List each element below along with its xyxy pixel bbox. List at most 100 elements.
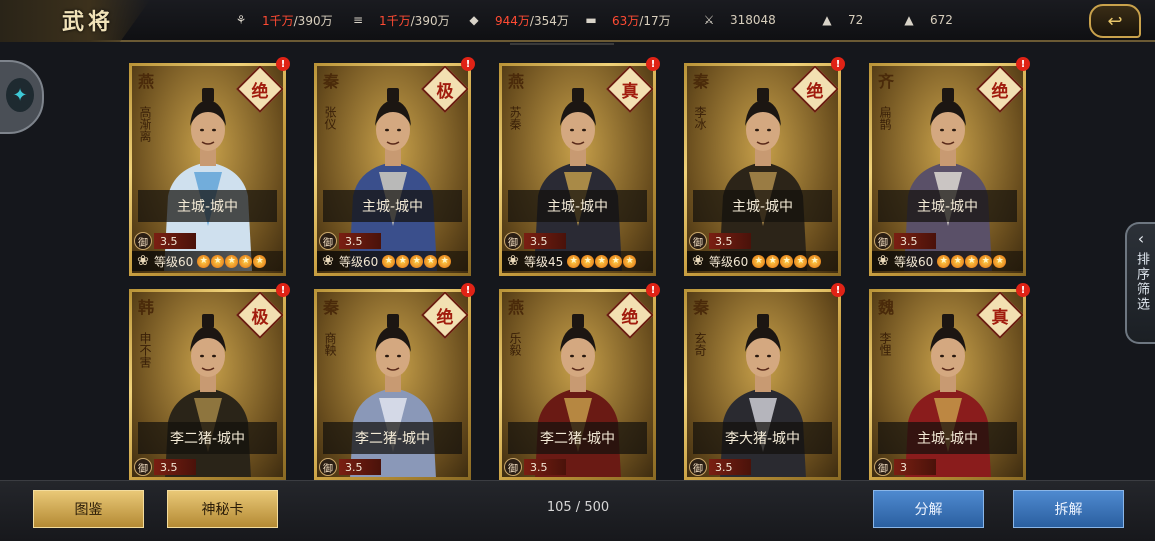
hero-name: 玄奇	[693, 332, 707, 356]
lotus-icon: ❀	[507, 253, 519, 269]
chevron-left-icon: ‹	[1137, 229, 1145, 248]
sort-filter-tab[interactable]: ‹ 排序筛选	[1125, 222, 1155, 344]
level-row: ❀ 等级45 ★ ★ ★ ★ ★	[502, 251, 653, 271]
defense-row: 御 3.5	[134, 232, 196, 250]
location-label: 主城-城中	[693, 190, 832, 222]
shield-icon: 御	[319, 458, 337, 476]
level-row: ❀ 等级60 ★ ★ ★ ★ ★	[132, 251, 283, 271]
star-icon: ★	[225, 254, 239, 268]
level-label: 等级60	[339, 254, 379, 269]
hero-card[interactable]: 燕 乐毅 绝 李二猪-城中 御 3.5 !	[499, 283, 660, 480]
level-row: ❀ 等级60 ★ ★ ★ ★ ★	[687, 251, 838, 271]
resource-item: ▬ 63万/17万	[580, 0, 671, 40]
resource-current: 72	[848, 13, 864, 27]
hero-card[interactable]: 魏 李悝 真 主城-城中 御 3 !	[869, 283, 1030, 480]
level-label: 等级60	[154, 254, 194, 269]
resource-item: ▲ 72	[816, 0, 863, 40]
star-icon: ★	[239, 254, 253, 268]
star-icon: ★	[609, 254, 623, 268]
hero-card[interactable]: 秦 商鞅 绝 李二猪-城中 御 3.5 !	[314, 283, 475, 480]
defense-row: 御 3.5	[689, 232, 751, 250]
shield-icon: 御	[689, 458, 707, 476]
card-inner: 秦 张仪 极 主城-城中 御 3.5 ❀ 等级60 ★ ★ ★ ★ ★	[317, 66, 468, 273]
defense-value: 3.5	[339, 233, 381, 249]
defense-row: 御 3.5	[689, 458, 751, 476]
shield-icon: 御	[319, 232, 337, 250]
star-icon: ★	[979, 254, 993, 268]
star-icon: ★	[794, 254, 808, 268]
defense-row: 御 3	[874, 458, 936, 476]
shield-icon: 御	[134, 458, 152, 476]
resource-current: 63万	[612, 13, 640, 28]
nation-label: 秦	[693, 72, 710, 91]
hero-card[interactable]: 秦 李冰 绝 主城-城中 御 3.5 ❀ 等级60 ★ ★ ★ ★ ★ !	[684, 57, 845, 276]
menu-orb-icon: ✦	[6, 78, 34, 112]
shield-icon: 御	[504, 232, 522, 250]
defense-value: 3.5	[709, 459, 751, 475]
star-icon: ★	[766, 254, 780, 268]
card-inner: 燕 高渐离 绝 主城-城中 御 3.5 ❀ 等级60 ★ ★ ★ ★ ★	[132, 66, 283, 273]
defense-value: 3.5	[154, 459, 196, 475]
lotus-icon: ❀	[877, 253, 889, 269]
back-button[interactable]: ↩	[1089, 4, 1141, 38]
gold-ingot-icon: ▲	[822, 13, 832, 27]
lotus-icon: ❀	[137, 253, 149, 269]
decompose-button[interactable]: 分解	[873, 490, 984, 528]
location-label: 主城-城中	[323, 190, 462, 222]
resource-item: ≡ 1千万/390万	[347, 0, 450, 40]
hero-card[interactable]: 秦 玄奇 李大猪-城中 御 3.5 !	[684, 283, 845, 480]
hero-card[interactable]: 齐 扁鹊 绝 主城-城中 御 3.5 ❀ 等级60 ★ ★ ★ ★ ★ !	[869, 57, 1030, 276]
hero-card[interactable]: 秦 张仪 极 主城-城中 御 3.5 ❀ 等级60 ★ ★ ★ ★ ★ !	[314, 57, 475, 276]
card-inner: 秦 玄奇 李大猪-城中 御 3.5	[687, 292, 838, 477]
card-inner: 燕 苏秦 真 主城-城中 御 3.5 ❀ 等级45 ★ ★ ★ ★ ★	[502, 66, 653, 273]
level-label: 等级60	[894, 254, 934, 269]
grade-text: 极	[436, 81, 454, 102]
wheat-icon: ⚘	[235, 13, 247, 27]
hero-name: 苏秦	[508, 106, 522, 130]
grade-text: 真	[621, 81, 639, 102]
hero-name: 李悝	[878, 332, 892, 356]
hero-name: 李冰	[693, 106, 707, 130]
resource-max: /17万	[639, 13, 671, 28]
alert-badge: !	[461, 57, 475, 71]
star-rating: ★ ★ ★ ★ ★	[937, 254, 1007, 268]
hero-card[interactable]: 燕 苏秦 真 主城-城中 御 3.5 ❀ 等级45 ★ ★ ★ ★ ★ !	[499, 57, 660, 276]
star-icon: ★	[595, 254, 609, 268]
wood-log-icon: ≡	[352, 13, 364, 27]
star-rating: ★ ★ ★ ★ ★	[752, 254, 822, 268]
silver-ingot-icon: ▲	[904, 13, 914, 27]
nation-label: 秦	[323, 72, 340, 91]
location-label: 主城-城中	[878, 190, 1017, 222]
star-icon: ★	[410, 254, 424, 268]
grade-text: 绝	[251, 81, 269, 102]
nation-label: 燕	[138, 72, 155, 91]
defense-value: 3.5	[154, 233, 196, 249]
hero-count: 105 / 500	[546, 500, 610, 515]
gallery-button[interactable]: 图鉴	[33, 490, 144, 528]
page-title: 武将	[62, 9, 115, 35]
star-rating: ★ ★ ★ ★ ★	[382, 254, 452, 268]
mystery-card-button[interactable]: 神秘卡	[167, 490, 278, 528]
alert-badge: !	[646, 57, 660, 71]
defense-row: 御 3.5	[504, 232, 566, 250]
resource-max: /390万	[293, 13, 333, 28]
resource-item: ⚘ 1千万/390万	[230, 0, 333, 40]
dismantle-button[interactable]: 拆解	[1013, 490, 1124, 528]
left-side-widget[interactable]: ✦	[0, 60, 44, 134]
hero-name: 商鞅	[323, 332, 337, 356]
hero-card[interactable]: 韩 申不害 极 李二猪-城中 御 3.5 !	[129, 283, 290, 480]
star-icon: ★	[780, 254, 794, 268]
location-label: 李二猪-城中	[138, 422, 277, 454]
star-icon: ★	[951, 254, 965, 268]
defense-value: 3	[894, 459, 936, 475]
alert-badge: !	[1016, 283, 1030, 297]
location-label: 主城-城中	[138, 190, 277, 222]
star-icon: ★	[993, 254, 1007, 268]
star-rating: ★ ★ ★ ★ ★	[197, 254, 267, 268]
shield-icon: 御	[874, 232, 892, 250]
top-divider	[510, 43, 614, 45]
location-label: 李二猪-城中	[323, 422, 462, 454]
location-label: 李二猪-城中	[508, 422, 647, 454]
shield-icon: 御	[134, 232, 152, 250]
hero-card[interactable]: 燕 高渐离 绝 主城-城中 御 3.5 ❀ 等级60 ★ ★ ★ ★ ★ !	[129, 57, 290, 276]
